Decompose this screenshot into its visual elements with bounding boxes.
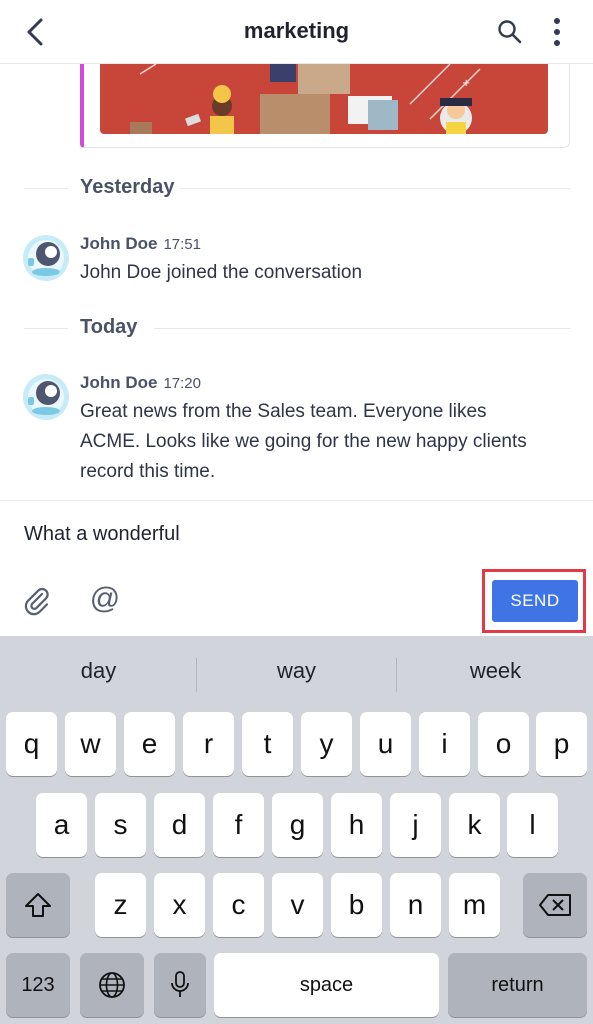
key-n[interactable]: n	[390, 873, 441, 937]
key-c[interactable]: c	[213, 873, 264, 937]
attachment-card[interactable]: +	[80, 64, 570, 148]
suggestion-item[interactable]: day	[0, 658, 197, 684]
date-divider-label: Yesterday	[80, 176, 175, 198]
suggestion-bar: day way week	[0, 636, 593, 712]
globe-key[interactable]	[80, 953, 144, 1017]
shift-icon	[25, 893, 51, 917]
message-time: 17:51	[163, 236, 201, 253]
avatar[interactable]	[22, 373, 70, 421]
more-vertical-icon	[554, 18, 560, 46]
dictation-key[interactable]	[154, 953, 206, 1017]
space-key-label: space	[299, 973, 354, 996]
numbers-key[interactable]: 123	[6, 953, 70, 1017]
key-t[interactable]: t	[242, 712, 293, 776]
microphone-icon	[171, 971, 189, 997]
backspace-icon	[539, 894, 571, 916]
message-input[interactable]: What a wonderful	[24, 523, 180, 546]
key-m[interactable]: m	[449, 873, 500, 937]
attachment-illustration: +	[100, 64, 548, 134]
bot-avatar-icon	[23, 235, 69, 281]
message-author[interactable]: John Doe	[80, 373, 157, 392]
divider-line	[154, 328, 570, 329]
key-q[interactable]: q	[6, 712, 57, 776]
paperclip-icon	[24, 587, 49, 616]
globe-icon	[99, 972, 125, 998]
key-v[interactable]: v	[272, 873, 323, 937]
key-k[interactable]: k	[449, 793, 500, 857]
message-meta: John Doe 17:20	[80, 373, 201, 393]
suggestion-item[interactable]: week	[397, 658, 593, 684]
key-g[interactable]: g	[272, 793, 323, 857]
suggestion-separator	[196, 658, 197, 692]
message-author[interactable]: John Doe	[80, 234, 157, 253]
message-item[interactable]: John Doe 17:51 John Doe joined the conver…	[22, 234, 572, 294]
mention-button[interactable]: @	[88, 581, 122, 617]
return-key[interactable]: return	[448, 953, 587, 1017]
avatar[interactable]	[22, 234, 70, 282]
send-button[interactable]: SEND	[492, 580, 578, 622]
message-meta: John Doe 17:51	[80, 234, 201, 254]
delete-key[interactable]	[523, 873, 587, 937]
message-item[interactable]: John Doe 17:20 Great news from the Sales …	[22, 373, 572, 491]
key-b[interactable]: b	[331, 873, 382, 937]
svg-text:+: +	[462, 78, 470, 89]
date-divider-today: Today	[24, 316, 570, 340]
key-i[interactable]: i	[419, 712, 470, 776]
key-y[interactable]: y	[301, 712, 352, 776]
date-divider-label: Today	[80, 316, 138, 338]
onscreen-keyboard: day way week q w e r t y u i o p a s d f…	[0, 636, 593, 1024]
divider-line	[180, 188, 570, 189]
key-e[interactable]: e	[124, 712, 175, 776]
key-l[interactable]: l	[507, 793, 558, 857]
key-h[interactable]: h	[331, 793, 382, 857]
key-w[interactable]: w	[65, 712, 116, 776]
message-text: John Doe joined the conversation	[80, 262, 363, 283]
key-x[interactable]: x	[154, 873, 205, 937]
header-bar: marketing	[0, 0, 593, 64]
search-button[interactable]	[494, 16, 526, 48]
more-options-button[interactable]	[544, 14, 570, 50]
attach-button[interactable]	[22, 585, 54, 617]
key-z[interactable]: z	[95, 873, 146, 937]
suggestion-item[interactable]: way	[198, 658, 395, 684]
shift-key[interactable]	[6, 873, 70, 937]
key-a[interactable]: a	[36, 793, 87, 857]
key-s[interactable]: s	[95, 793, 146, 857]
message-text: Great news from the Sales team. Everyone…	[80, 401, 527, 482]
bot-avatar-icon	[23, 374, 69, 420]
return-key-label: return	[491, 973, 544, 996]
key-u[interactable]: u	[360, 712, 411, 776]
message-time: 17:20	[163, 375, 201, 392]
key-r[interactable]: r	[183, 712, 234, 776]
key-j[interactable]: j	[390, 793, 441, 857]
key-f[interactable]: f	[213, 793, 264, 857]
divider-line	[24, 188, 68, 189]
divider-line	[24, 328, 68, 329]
key-d[interactable]: d	[154, 793, 205, 857]
numbers-key-label: 123	[21, 973, 55, 996]
key-p[interactable]: p	[536, 712, 587, 776]
space-key[interactable]: space	[214, 953, 439, 1017]
message-composer: What a wonderful @ SEND	[0, 500, 593, 636]
date-divider-yesterday: Yesterday	[24, 176, 570, 200]
key-o[interactable]: o	[478, 712, 529, 776]
search-icon	[498, 20, 522, 44]
